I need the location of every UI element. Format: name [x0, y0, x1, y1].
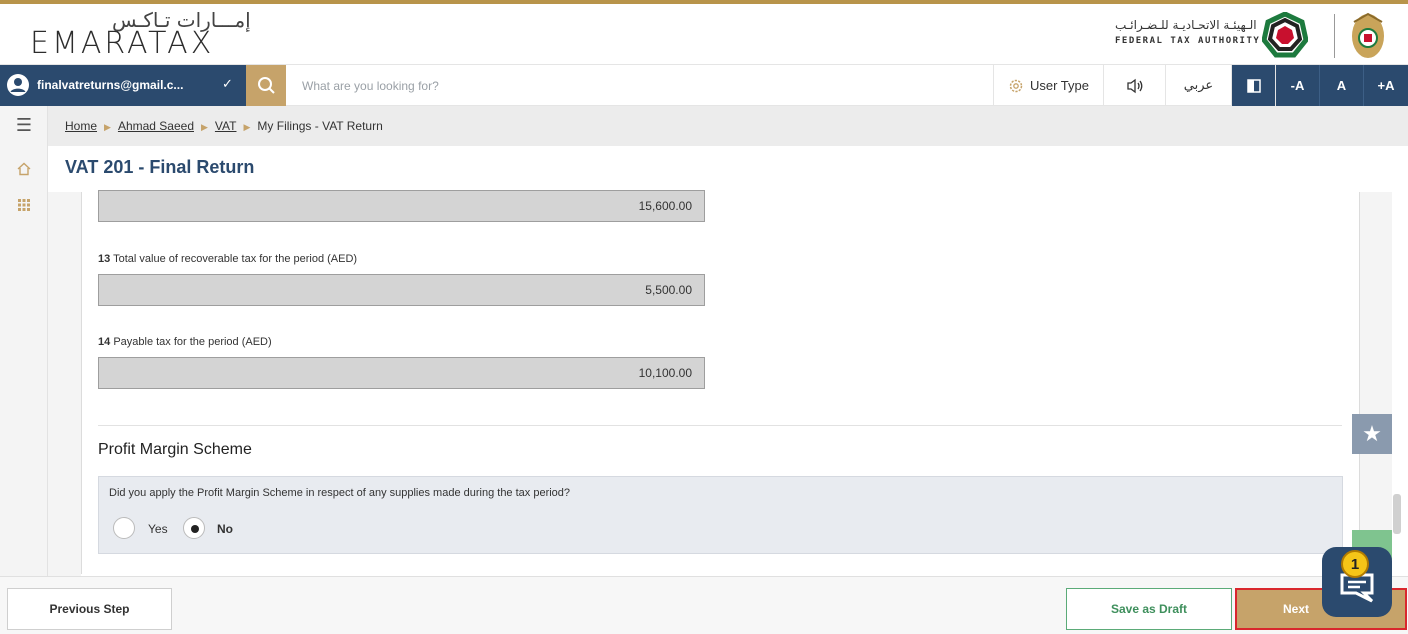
section-divider	[98, 425, 1342, 426]
authority-name-arabic: الـهيئـة الاتحـاديـة للـضـرائـب	[1115, 18, 1257, 32]
save-draft-button[interactable]: Save as Draft	[1066, 588, 1232, 630]
field-box-13: 5,500.00	[98, 274, 705, 306]
search-button[interactable]	[246, 65, 286, 106]
breadcrumb-vat[interactable]: VAT	[215, 119, 237, 133]
user-email: finalvatreturns@gmail.c...	[37, 78, 184, 92]
hamburger-icon[interactable]: ☰	[0, 106, 48, 144]
user-menu[interactable]: finalvatreturns@gmail.c... ✓	[0, 65, 246, 106]
profit-margin-question: Did you apply the Profit Margin Scheme i…	[98, 476, 1343, 554]
chat-badge: 1	[1341, 550, 1369, 578]
fta-logo-icon	[1262, 12, 1308, 58]
user-type-label: User Type	[1029, 78, 1089, 93]
font-default-button[interactable]: A	[1319, 65, 1363, 106]
speaker-icon	[1126, 78, 1142, 93]
question-text: Did you apply the Profit Margin Scheme i…	[109, 487, 571, 499]
field-number: 14	[98, 336, 111, 348]
user-avatar-icon	[7, 74, 29, 96]
top-toolbar: finalvatreturns@gmail.c... ✓ User Type ع…	[0, 64, 1408, 106]
breadcrumb-user[interactable]: Ahmad Saeed	[118, 119, 194, 133]
logo-english[interactable]: EMARATAX	[30, 26, 214, 61]
uae-emblem-icon	[1352, 12, 1384, 58]
footer-actions: Previous Step Save as Draft Next	[0, 576, 1408, 634]
grid-icon[interactable]	[0, 186, 48, 224]
breadcrumb: Home ▶ Ahmad Saeed ▶ VAT ▶ My Filings - VAT Re…	[65, 119, 383, 133]
breadcrumb-separator-icon: ▶	[201, 122, 208, 132]
radio-no-label[interactable]: No	[217, 522, 233, 536]
font-decrease-button[interactable]: -A	[1275, 65, 1319, 106]
breadcrumb-home[interactable]: Home	[65, 119, 97, 133]
field-number: 13	[98, 253, 111, 265]
breadcrumb-current: My Filings - VAT Return	[257, 119, 383, 133]
gear-icon	[1009, 79, 1023, 92]
home-icon[interactable]	[0, 150, 48, 188]
profit-margin-title: Profit Margin Scheme	[98, 441, 252, 458]
scrollbar-thumb[interactable]	[1393, 494, 1401, 534]
header-divider	[1334, 14, 1335, 58]
page-title: VAT 201 - Final Return	[65, 157, 255, 177]
field-box-14: 10,100.00	[98, 357, 705, 389]
contrast-icon	[1246, 78, 1261, 93]
chevron-down-icon[interactable]: ✓	[222, 76, 233, 92]
search-icon	[258, 77, 275, 94]
field-label-text: Total value of recoverable tax for the p…	[113, 253, 358, 265]
site-header: إمـــارات تـاكـس EMARATAX الـهيئـة الاتح…	[0, 4, 1408, 64]
font-increase-button[interactable]: +A	[1363, 65, 1408, 106]
contrast-button[interactable]	[1231, 65, 1275, 106]
field-label-text: Payable tax for the period (AED)	[113, 336, 272, 348]
field-box-12: 15,600.00	[98, 190, 705, 222]
breadcrumb-separator-icon: ▶	[243, 122, 251, 132]
content-gutter-right	[1360, 192, 1392, 576]
radio-no[interactable]	[183, 517, 205, 539]
breadcrumb-separator-icon: ▶	[104, 122, 111, 132]
user-type-button[interactable]: User Type	[993, 65, 1103, 106]
field-label-14: 14 Payable tax for the period (AED)	[98, 336, 272, 348]
read-aloud-button[interactable]	[1103, 65, 1165, 106]
field-label-13: 13 Total value of recoverable tax for th…	[98, 253, 357, 265]
content-gutter-left	[48, 192, 81, 576]
favorite-button[interactable]: ★	[1352, 414, 1392, 454]
star-icon: ★	[1362, 421, 1382, 446]
authority-name-english: FEDERAL TAX AUTHORITY	[1115, 36, 1261, 46]
search-input[interactable]	[290, 65, 990, 106]
radio-yes[interactable]	[113, 517, 135, 539]
radio-yes-label[interactable]: Yes	[148, 522, 168, 536]
left-sidebar: ☰	[0, 106, 48, 576]
breadcrumb-bar: Home ▶ Ahmad Saeed ▶ VAT ▶ My Filings - VAT Re…	[48, 106, 1408, 146]
language-toggle[interactable]: عربي	[1165, 65, 1231, 106]
previous-step-button[interactable]: Previous Step	[7, 588, 172, 630]
